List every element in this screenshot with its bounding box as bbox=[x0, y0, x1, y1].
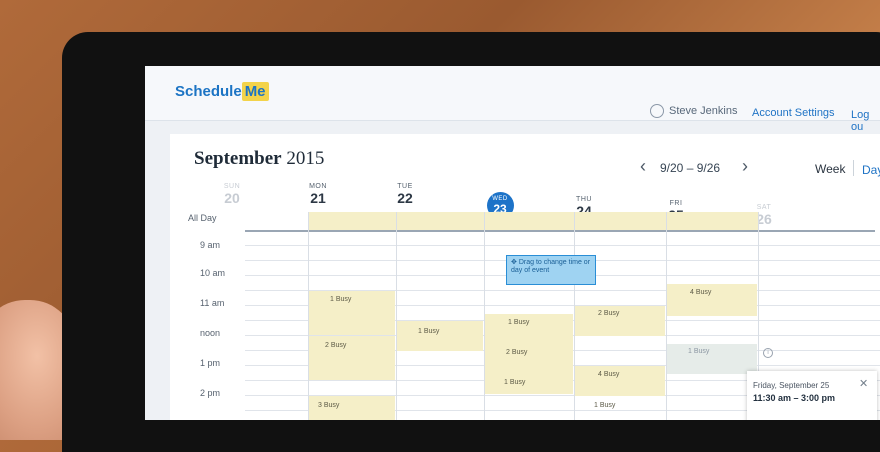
busy-block bbox=[667, 284, 757, 316]
dow-label: MON bbox=[309, 183, 327, 190]
user-name: Steve Jenkins bbox=[669, 105, 738, 117]
calendar-panel: September 2015 ‹ 9/20 – 9/26 › Week Day … bbox=[170, 134, 880, 420]
dow-label: FRI bbox=[669, 200, 683, 207]
user-menu[interactable]: Steve Jenkins bbox=[650, 104, 737, 118]
month-title: September 2015 bbox=[194, 148, 324, 170]
app-screen: Schedule Me Steve Jenkins Account Setting… bbox=[145, 66, 880, 420]
dow-label: SUN bbox=[223, 183, 241, 190]
busy-label: 1 Busy bbox=[688, 348, 710, 355]
logo-badge: Me bbox=[241, 82, 269, 101]
busy-block bbox=[309, 336, 395, 380]
busy-block bbox=[575, 366, 665, 396]
grid-hline bbox=[245, 245, 880, 246]
col-head-sun[interactable]: SUN 20 bbox=[204, 183, 260, 206]
busy-block bbox=[309, 291, 395, 335]
top-bar: Schedule Me Steve Jenkins Account Setting… bbox=[145, 66, 880, 133]
busy-block bbox=[397, 321, 483, 351]
logo[interactable]: Schedule Me bbox=[175, 82, 269, 101]
year: 2015 bbox=[286, 148, 325, 169]
logo-text: Schedule bbox=[175, 83, 242, 100]
busy-label: 1 Busy bbox=[594, 402, 616, 409]
all-day-shade bbox=[308, 212, 758, 232]
account-settings-link[interactable]: Account Settings bbox=[752, 107, 835, 119]
event-popup[interactable]: Friday, September 25 11:30 am – 3:00 pm … bbox=[747, 371, 877, 420]
chevron-left-icon[interactable]: ‹ bbox=[640, 156, 646, 177]
all-day-divider bbox=[245, 230, 875, 232]
event-text: Drag to change time or day of event bbox=[511, 259, 591, 274]
time-label: 11 am bbox=[200, 298, 225, 308]
busy-label: 1 Busy bbox=[508, 319, 530, 326]
grid-vline bbox=[396, 212, 397, 420]
dow-label: THU bbox=[576, 196, 592, 203]
busy-label: 2 Busy bbox=[325, 342, 347, 349]
busy-label: 1 Busy bbox=[504, 379, 526, 386]
close-icon[interactable]: ✕ bbox=[859, 377, 868, 390]
time-label: noon bbox=[200, 328, 221, 338]
time-label: 2 pm bbox=[200, 388, 221, 398]
all-day-label: All Day bbox=[188, 213, 217, 223]
busy-block bbox=[485, 344, 573, 374]
time-label: 10 am bbox=[200, 268, 226, 278]
busy-block bbox=[485, 374, 573, 394]
chevron-right-icon[interactable]: › bbox=[742, 156, 748, 177]
busy-block-grey bbox=[667, 344, 757, 374]
grid-vline bbox=[666, 212, 667, 420]
logout-link[interactable]: Log ou bbox=[851, 109, 880, 133]
drag-icon: ✥ bbox=[511, 259, 517, 266]
date-number: 22 bbox=[397, 190, 413, 206]
busy-label: 2 Busy bbox=[598, 310, 620, 317]
busy-label: 4 Busy bbox=[598, 371, 620, 378]
busy-label: 2 Busy bbox=[506, 349, 528, 356]
info-icon[interactable]: i bbox=[763, 348, 773, 358]
user-icon bbox=[650, 104, 664, 118]
busy-label: 4 Busy bbox=[690, 289, 712, 296]
col-head-mon[interactable]: MON 21 bbox=[290, 183, 346, 206]
time-label: 9 am bbox=[200, 240, 221, 250]
date-range: 9/20 – 9/26 bbox=[660, 161, 721, 175]
busy-block bbox=[575, 306, 665, 336]
month-name: September bbox=[194, 148, 282, 169]
draggable-event[interactable]: ✥ Drag to change time or day of event bbox=[506, 255, 596, 285]
col-head-tue[interactable]: TUE 22 bbox=[377, 183, 433, 206]
busy-label: 3 Busy bbox=[318, 402, 340, 409]
dow-label: WED bbox=[492, 196, 508, 202]
dow-label: SAT bbox=[756, 204, 772, 211]
busy-label: 1 Busy bbox=[418, 328, 440, 335]
date-number: 21 bbox=[310, 190, 326, 206]
busy-label: 1 Busy bbox=[330, 296, 352, 303]
date-number: 20 bbox=[224, 190, 240, 206]
time-label: 1 pm bbox=[200, 358, 221, 368]
view-day-tab[interactable]: Day bbox=[862, 163, 880, 177]
dow-label: TUE bbox=[397, 183, 413, 190]
view-separator bbox=[853, 160, 854, 176]
popup-time: 11:30 am – 3:00 pm bbox=[753, 393, 836, 403]
view-week-tab[interactable]: Week bbox=[815, 162, 845, 176]
popup-date: Friday, September 25 bbox=[753, 381, 830, 390]
